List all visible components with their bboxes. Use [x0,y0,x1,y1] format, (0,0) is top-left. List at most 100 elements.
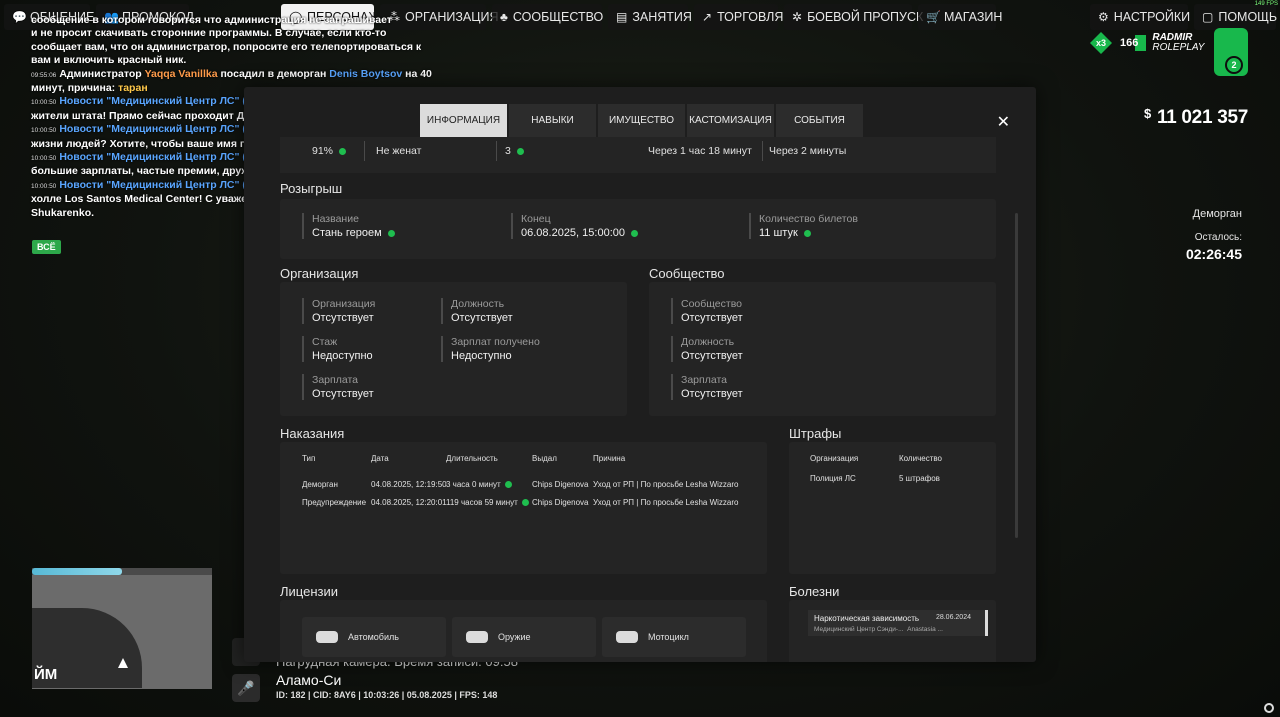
session-info: ID: 182 | CID: 8AY6 | 10:03:26 | 05.08.2… [276,690,498,700]
license-car[interactable]: Автомобиль [302,617,446,657]
chat-line: вам и включить красный ник. [31,54,187,67]
raffle-end-field: Конец 06.08.2025, 15:00:00 [511,213,638,239]
car-icon [316,631,338,643]
status-dot-icon [803,229,811,237]
organization-panel: Организация Отсутствует Должность Отсутс… [280,282,627,416]
nav-shop-button[interactable]: 🛒 МАГАЗИН [918,4,1002,30]
community-salary-field: Зарплата Отсутствует [671,374,743,400]
community-title: Сообщество [649,266,725,281]
battlepass-icon: ✲ [792,9,803,24]
player-arrow-icon [118,658,128,668]
money-display: $11 021 357 [1144,106,1248,128]
character-modal: ИНФОРМАЦИЯ НАВЫКИ ИМУЩЕСТВО КАСТОМИЗАЦИЯ… [244,87,1036,662]
tab-property[interactable]: ИМУЩЕСТВО [598,104,685,137]
fines-title: Штрафы [789,426,842,441]
divider [762,141,763,161]
stat-value: Через 2 минуты [769,145,847,157]
status-dot-icon [387,229,395,237]
status-dot-icon [630,229,638,237]
chat-line: и не просит скачивать сторонние программ… [31,27,387,40]
cart-icon: 🛒 [926,9,941,24]
fps-counter: 149 FPS [1254,1,1278,7]
location-name: Аламо-Си [276,672,342,688]
table-row: Деморган 04.08.2025, 12:19:50 3 часа 0 м… [302,479,739,489]
status-dot-icon [516,147,524,155]
community-panel: Сообщество Отсутствует Должность Отсутст… [649,282,996,416]
chat-line: сообщение в котором говорится что админи… [31,14,392,26]
community-icon: ♣ [500,9,508,24]
modal-scrollbar[interactable] [1015,213,1018,538]
minimap: ЙМ [32,568,212,689]
tab-events[interactable]: СОБЫТИЯ [776,104,863,137]
multiplier-badge: x3 [1090,32,1112,54]
level-badge: 166 [1118,35,1147,51]
admin-name: Yaqqa Vanillka [144,67,218,80]
remaining-label: Осталось: [1194,232,1242,243]
help-icon: ▢ [1202,9,1214,24]
nav-help-button[interactable]: ▢ ПОМОЩЬ [1194,4,1277,30]
status-dot-icon [521,498,529,506]
trade-icon: ↗ [702,9,713,24]
microphone-icon: 🎤 [237,679,255,696]
org-tenure-field: Стаж Недоступно [302,336,373,362]
status-dot-icon [339,147,347,155]
org-salaries-field: Зарплат получено Недоступно [441,336,540,362]
illness-source: Медицинский Центр Сэнди-... [814,626,904,633]
modal-tabs: ИНФОРМАЦИЯ НАВЫКИ ИМУЩЕСТВО КАСТОМИЗАЦИЯ… [420,104,865,137]
minimap-label: ЙМ [34,666,58,683]
table-row: Предупреждение 04.08.2025, 12:20:01 119 … [302,497,739,507]
illness-doctor: Anastasia ... [907,626,943,633]
status-label: Деморган [1192,208,1242,220]
chat-icon: 💬 [12,9,27,24]
raffle-name-field: Название Стань героем [302,213,395,239]
fines-panel: Организация Количество Полиция ЛС 5 штра… [789,442,996,574]
minimap-health-bar [32,568,122,575]
tab-customization[interactable]: КАСТОМИЗАЦИЯ [687,104,774,137]
stat-value: Через 1 час 18 минут [648,145,752,157]
gear-icon: ⚙ [1098,9,1109,24]
license-weapon[interactable]: Оружие [452,617,596,657]
community-name-field: Сообщество Отсутствует [671,298,743,324]
tab-information[interactable]: ИНФОРМАЦИЯ [420,104,507,137]
server-logo: x3 166 RADMIR ROLEPLAY [1090,32,1204,54]
logo-text: RADMIR ROLEPLAY [1152,32,1205,53]
stats-strip: 91% Не женат 3 Через 1 час 18 минут Чере… [280,137,996,173]
tab-skills[interactable]: НАВЫКИ [509,104,596,137]
raffle-panel: Название Стань героем Конец 06.08.2025, … [280,199,996,259]
gun-icon [466,631,488,643]
community-position-field: Должность Отсутствует [671,336,743,362]
nav-community-button[interactable]: ♣ СООБЩЕСТВО [492,4,603,30]
nav-settings-button[interactable]: ⚙ НАСТРОЙКИ [1090,4,1190,30]
licenses-title: Лицензии [280,584,338,599]
illness-card[interactable]: Наркотическая зависимость 28.06.2024 Мед… [808,610,988,636]
currency-symbol: $ [1144,106,1151,121]
org-position-field: Должность Отсутствует [441,298,513,324]
raffle-title: Розыгрыш [280,181,343,196]
divider [496,141,497,161]
license-motorcycle[interactable]: Мотоцикл [602,617,746,657]
nav-tasks-button[interactable]: ▤ ЗАНЯТИЯ [608,4,692,30]
close-icon[interactable]: ✕ [997,112,1010,132]
server-number: 2 [1225,56,1243,74]
remaining-timer: 02:26:45 [1185,246,1242,262]
chat-timestamp: 09:55:06 [31,71,57,79]
illness-date: 28.06.2024 [935,614,971,621]
stat-value: 91% [312,145,334,157]
stat-value: Не женат [376,145,422,157]
motorcycle-icon [616,631,638,643]
chat-line: 09:55:06 Администратор Yaqqa Vanillka пос… [31,67,432,80]
microphone-button[interactable]: 🎤 [232,674,260,702]
status-dot-icon [504,480,512,488]
player-name: Denis Boytsov [329,67,403,80]
punishments-panel: Тип Дата Длительность Выдал Причина Демо… [280,442,767,574]
chat-line: сообщает вам, что он администратор, попр… [31,40,422,53]
nav-trade-button[interactable]: ↗ ТОРГОВЛЯ [694,4,783,30]
record-icon [1264,703,1274,713]
org-salary-field: Зарплата Отсутствует [302,374,374,400]
nav-battlepass-button[interactable]: ✲ БОЕВОЙ ПРОПУСК [784,4,923,30]
stat-value: 3 [505,145,511,157]
illnesses-title: Болезни [789,584,840,599]
chat-filter-all-button[interactable]: ВСЁ [32,240,61,254]
raffle-tickets-field: Количество билетов 11 штук [749,213,858,239]
divider [364,141,365,161]
